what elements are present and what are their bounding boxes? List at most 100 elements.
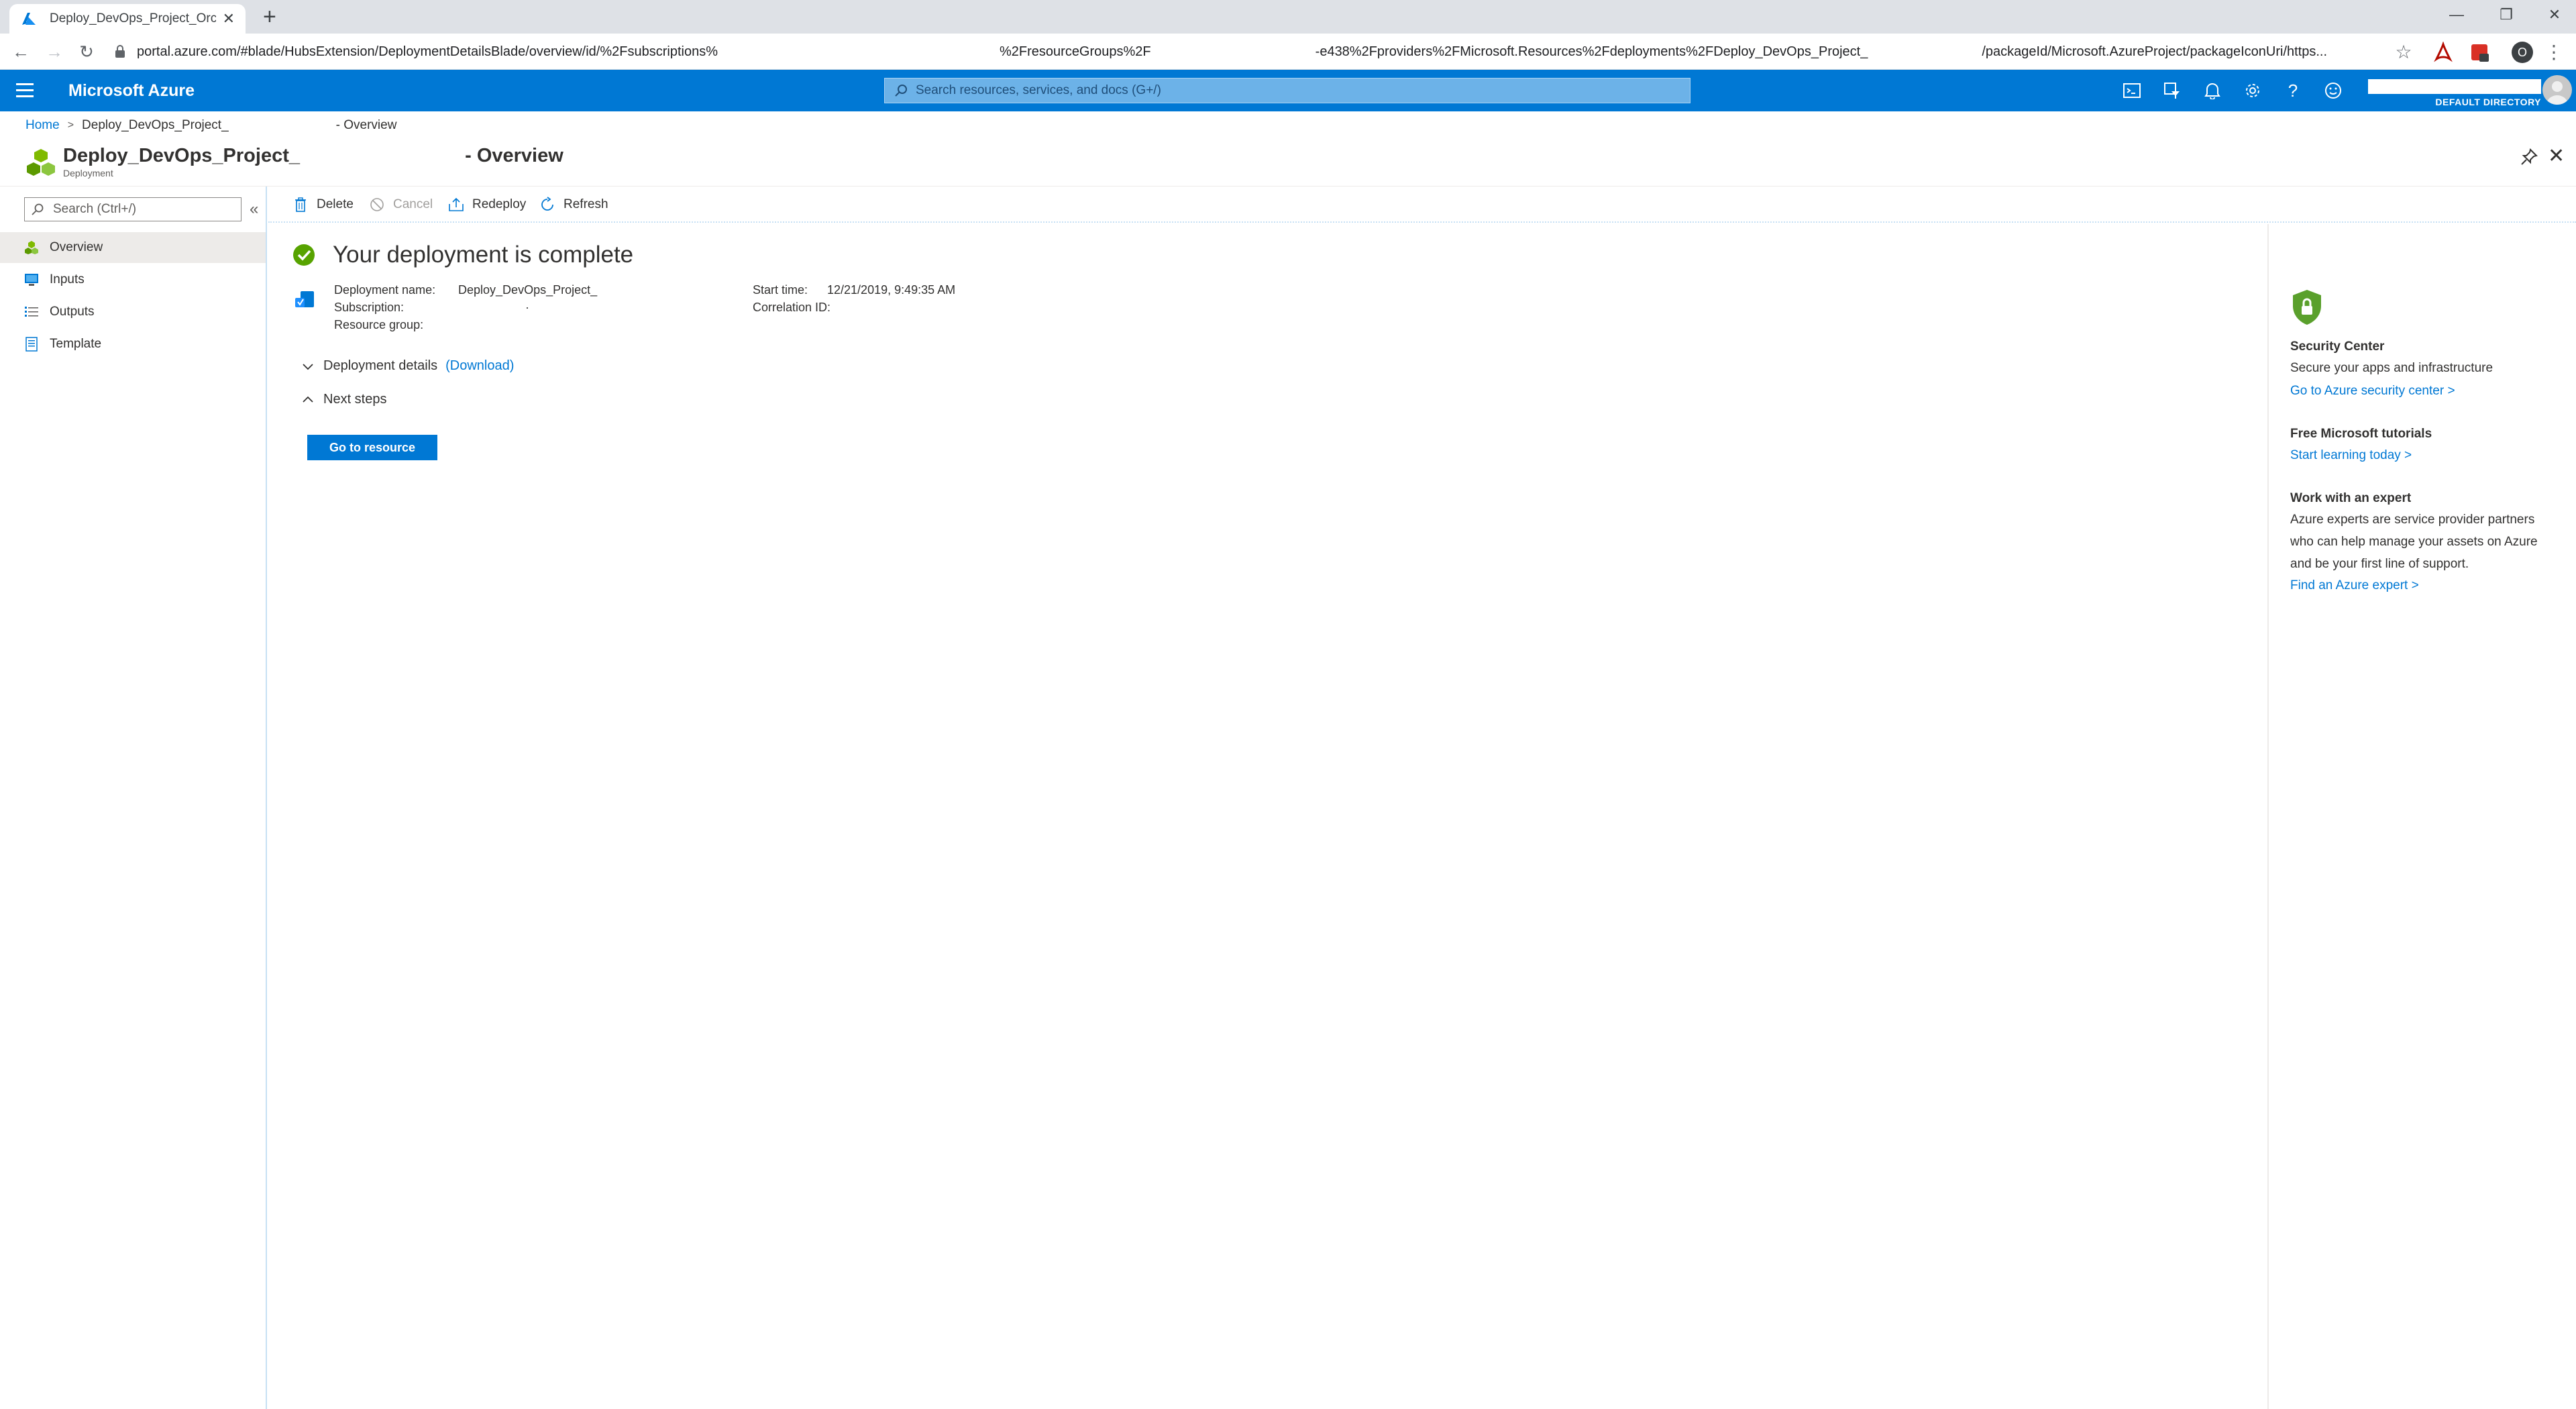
page-title: Deploy_DevOps_Project_ - Overview (63, 145, 564, 167)
status-headline: Your deployment is complete (333, 242, 634, 268)
menu-search-input[interactable]: Search (Ctrl+/) (24, 197, 241, 221)
command-bar: Delete Cancel Redeploy Refresh (268, 187, 2576, 223)
pdf-extension-icon[interactable] (2432, 42, 2454, 63)
close-blade-icon[interactable]: ✕ (2548, 146, 2565, 166)
correlation-row: Correlation ID: (753, 301, 830, 315)
breadcrumb-deployment[interactable]: Deploy_DevOps_Project_ (82, 118, 229, 133)
window-close-button[interactable]: ✕ (2533, 0, 2576, 30)
overview-cubes-icon (24, 240, 39, 255)
browser-tab[interactable]: Deploy_DevOps_Project_Orchard ✕ (9, 4, 246, 34)
directory-label: DEFAULT DIRECTORY (2435, 97, 2541, 107)
pin-icon[interactable] (2520, 148, 2538, 166)
delete-label: Delete (317, 197, 354, 211)
next-steps-toggle[interactable]: Next steps (302, 392, 386, 407)
delete-button[interactable]: Delete (292, 193, 354, 216)
resource-group-label: Resource group: (334, 318, 424, 331)
menu-item-template[interactable]: Template (0, 329, 266, 360)
deployment-cubes-icon (27, 149, 55, 176)
portal-menu-icon[interactable] (16, 83, 34, 98)
tutorials-title: Free Microsoft tutorials (2290, 427, 2432, 441)
download-link[interactable]: (Download) (445, 358, 514, 374)
menu-item-inputs[interactable]: Inputs (0, 264, 266, 295)
cancel-button[interactable]: Cancel (369, 193, 433, 216)
minimize-button[interactable]: — (2435, 0, 2478, 30)
url-field[interactable]: portal.azure.com/#blade/HubsExtension/De… (114, 39, 2388, 64)
outputs-list-icon (24, 305, 39, 319)
deployment-info-icon (295, 291, 314, 307)
refresh-button[interactable]: Refresh (539, 193, 608, 216)
notifications-bell-icon[interactable] (2202, 80, 2223, 101)
menu-item-outputs[interactable]: Outputs (0, 297, 266, 327)
url-part-1: portal.azure.com/#blade/HubsExtension/De… (137, 44, 718, 59)
start-time-row: Start time: 12/21/2019, 9:49:35 AM (753, 283, 955, 297)
cancel-circle-icon (369, 197, 385, 213)
directory-filter-icon[interactable] (2161, 80, 2183, 101)
security-center-text: Secure your apps and infrastructure (2290, 361, 2493, 375)
tutorials-link[interactable]: Start learning today > (2290, 448, 2412, 463)
menu-search-placeholder: Search (Ctrl+/) (53, 202, 137, 216)
help-icon[interactable]: ? (2282, 80, 2304, 101)
expert-text: Azure experts are service provider partn… (2290, 513, 2538, 571)
start-time-label: Start time: (753, 283, 808, 297)
menu-item-label: Template (50, 337, 102, 351)
redeploy-label: Redeploy (472, 197, 527, 211)
feedback-smiley-icon[interactable] (2322, 80, 2344, 101)
collapse-menu-icon[interactable]: « (250, 200, 258, 219)
azure-favicon-icon (22, 13, 36, 25)
browser-menu-icon[interactable]: ⋮ (2542, 40, 2565, 63)
page-title-name: Deploy_DevOps_Project_ (63, 145, 300, 166)
settings-gear-icon[interactable] (2242, 80, 2263, 101)
blade-header: Deploy_DevOps_Project_ - Overview Deploy… (0, 138, 2576, 187)
expert-title: Work with an expert (2290, 491, 2412, 505)
chevron-up-icon (303, 396, 313, 403)
security-shield-icon (2293, 290, 2321, 325)
chevron-down-icon (303, 363, 313, 370)
page-title-suffix: - Overview (465, 145, 564, 166)
back-icon[interactable]: ← (9, 40, 32, 63)
menu-item-overview[interactable]: Overview (0, 232, 266, 263)
breadcrumb-separator: > (67, 119, 74, 131)
bookmark-star-icon[interactable]: ☆ (2392, 40, 2415, 63)
page-subtitle: Deployment (63, 168, 113, 178)
subscription-label: Subscription: (334, 301, 405, 314)
search-icon (895, 85, 907, 97)
breadcrumb: Home > Deploy_DevOps_Project_ - Overview (25, 117, 396, 134)
breadcrumb-suffix: - Overview (335, 118, 397, 132)
global-search-input[interactable]: Search resources, services, and docs (G+… (884, 78, 1690, 103)
deployment-name-label: Deployment name: (334, 283, 436, 297)
profile-icon[interactable]: O (2512, 42, 2533, 63)
menu-item-label: Overview (50, 240, 103, 254)
new-tab-button[interactable]: + (263, 5, 276, 28)
go-to-resource-button[interactable]: Go to resource (307, 435, 437, 460)
redeploy-button[interactable]: Redeploy (448, 193, 526, 216)
security-center-link[interactable]: Go to Azure security center > (2290, 384, 2455, 399)
trash-icon (292, 197, 309, 213)
restore-button[interactable]: ❐ (2485, 0, 2528, 30)
extension-icon[interactable] (2469, 42, 2490, 63)
refresh-label: Refresh (564, 197, 608, 211)
resource-group-row: Resource group: (334, 318, 423, 332)
deployment-details-toggle[interactable]: Deployment details (Download) (302, 358, 514, 374)
azure-brand[interactable]: Microsoft Azure (68, 81, 195, 101)
breadcrumb-home-link[interactable]: Home (25, 118, 60, 133)
search-icon (32, 203, 44, 215)
security-center-title: Security Center (2290, 340, 2385, 354)
menu-item-label: Inputs (50, 272, 85, 286)
deployment-name-row: Deployment name: Deploy_DevOps_Project_ (334, 283, 597, 297)
correlation-label: Correlation ID: (753, 301, 831, 314)
cloud-shell-icon[interactable] (2121, 80, 2143, 101)
avatar[interactable] (2542, 75, 2572, 105)
reload-icon[interactable]: ↻ (75, 40, 98, 63)
browser-tabstrip: Deploy_DevOps_Project_Orchard ✕ + — ❐ ✕ (0, 0, 2576, 34)
url-part-4: /packageId/Microsoft.AzureProject/packag… (1982, 44, 2328, 59)
deployment-name-value: Deploy_DevOps_Project_ (458, 283, 598, 297)
forward-icon[interactable]: → (43, 40, 66, 63)
address-bar: ← → ↻ portal.azure.com/#blade/HubsExtens… (0, 34, 2576, 70)
url-part-3: -e438%2Fproviders%2FMicrosoft.Resources%… (1315, 44, 1868, 59)
subscription-row: Subscription: · (334, 301, 529, 315)
expert-link[interactable]: Find an Azure expert > (2290, 578, 2419, 593)
tab-close-icon[interactable]: ✕ (223, 10, 235, 28)
account-menu[interactable]: DEFAULT DIRECTORY (2368, 75, 2541, 109)
upload-icon (448, 197, 464, 213)
tab-title: Deploy_DevOps_Project_Orchard (50, 11, 216, 25)
